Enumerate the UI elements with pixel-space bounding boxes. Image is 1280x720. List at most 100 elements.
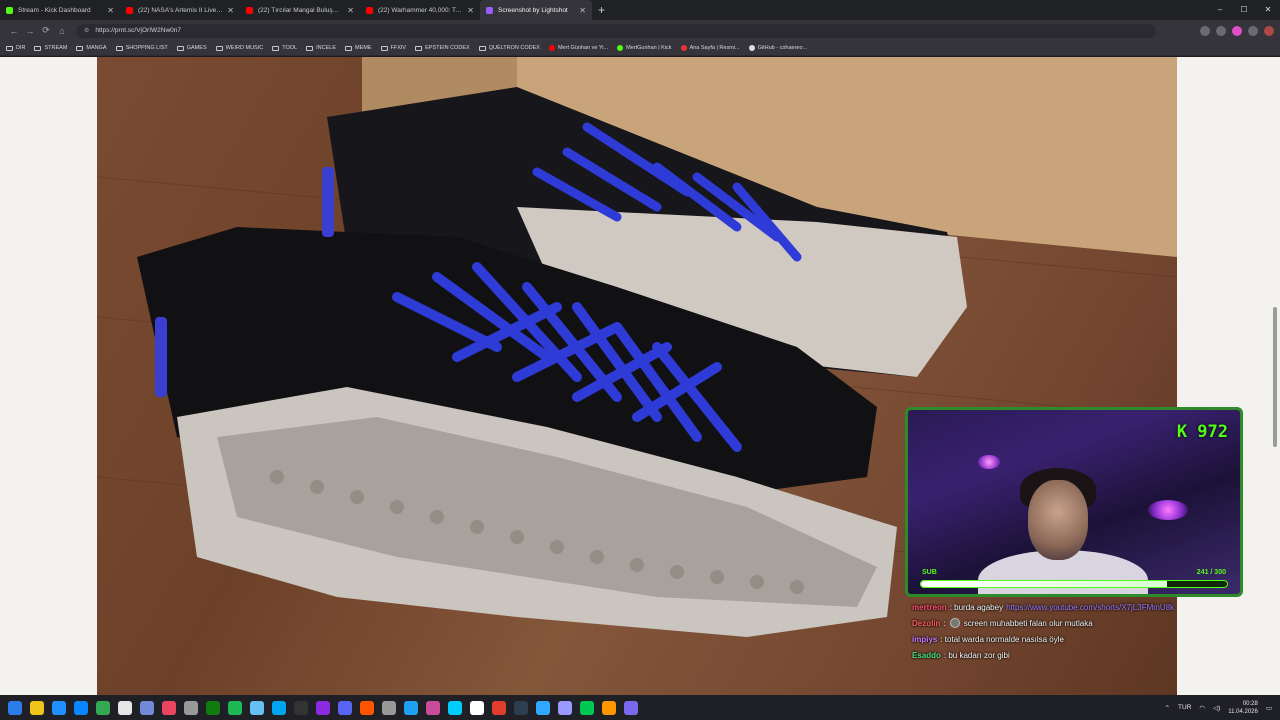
site-info-icon[interactable]: ⚙ — [84, 27, 89, 34]
streamer-face — [1028, 480, 1088, 560]
refresh-extension-icon[interactable] — [1248, 25, 1258, 36]
maximize-button[interactable]: ☐ — [1232, 0, 1256, 20]
bookmark-ffxiv[interactable]: FFXIV — [380, 45, 406, 51]
taskbar-app-icon[interactable] — [580, 700, 594, 715]
taskbar-app-icon[interactable] — [602, 700, 616, 715]
close-icon[interactable]: ✕ — [579, 6, 586, 15]
taskbar-app-icon[interactable] — [294, 700, 308, 715]
taskbar-app-icon[interactable] — [272, 700, 286, 715]
forward-button[interactable]: → — [22, 26, 38, 36]
tab-nasa-artemis[interactable]: (22) NASA's Artemis II Live Views f ✕ — [120, 0, 240, 20]
bookmark-manga[interactable]: MANGA — [76, 45, 107, 51]
close-window-button[interactable]: ✕ — [1256, 0, 1280, 20]
close-icon[interactable]: ✕ — [467, 6, 474, 15]
taskbar-app-icon[interactable] — [404, 700, 418, 715]
taskbar-app-icon[interactable] — [338, 700, 352, 715]
taskbar-app-icon[interactable] — [52, 700, 66, 715]
minimize-button[interactable]: – — [1208, 0, 1232, 20]
tab-title: (22) Warhammer 40,000: Total Wa — [378, 6, 463, 14]
scroll-thumb[interactable] — [1273, 307, 1277, 447]
taskbar-app-icon[interactable] — [448, 700, 462, 715]
bookmark-queltron-codex[interactable]: QUELTRON CODEX — [478, 45, 540, 51]
bookmark-star-icon[interactable] — [1216, 25, 1226, 36]
folder-icon — [345, 45, 352, 51]
bookmark-shopping-list[interactable]: SHOPPING LIST — [115, 45, 168, 51]
bookmark-youtube-channel[interactable]: Mert Günhan ve Yi... — [548, 45, 608, 51]
tray-chevron-icon[interactable]: ⌃ — [1165, 704, 1170, 712]
taskbar-app-icon[interactable] — [30, 700, 44, 715]
tab-lightshot[interactable]: Screenshot by Lightshot ✕ — [480, 0, 592, 20]
notification-icon[interactable]: ▭ — [1266, 704, 1272, 712]
wifi-icon[interactable]: ◠ — [1199, 704, 1205, 712]
bookmark-weird-music[interactable]: WEIRD MUSIC — [215, 45, 263, 51]
system-tray: ⌃ TUR ◠ ◁) 00:28 11.04.2026 ▭ — [1165, 695, 1272, 720]
toolbar-icons — [1200, 25, 1274, 36]
taskbar-app-icon[interactable] — [624, 700, 638, 715]
taskbar-app-icon[interactable] — [536, 700, 550, 715]
bookmark-github[interactable]: GitHub - cohaereo... — [748, 45, 807, 51]
taskbar-app-icon[interactable] — [382, 700, 396, 715]
tab-tircilar[interactable]: (22) Tırcılar Mangal Buluşması Ver ✕ — [240, 0, 360, 20]
back-button[interactable]: ← — [6, 26, 22, 36]
taskbar-app-icon[interactable] — [206, 700, 220, 715]
taskbar-app-icon[interactable] — [228, 700, 242, 715]
start-button[interactable] — [8, 700, 22, 715]
taskbar-app-icon[interactable] — [74, 700, 88, 715]
address-bar[interactable]: ⚙ https://prnt.sc/VjOrIW2Nw0n7 — [76, 23, 1156, 38]
folder-icon — [415, 45, 423, 51]
taskbar-app-icon[interactable] — [558, 700, 572, 715]
taskbar-app-icon[interactable] — [426, 700, 440, 715]
tab-warhammer[interactable]: (22) Warhammer 40,000: Total Wa ✕ — [360, 0, 480, 20]
bookmark-dir[interactable]: DIR — [6, 45, 25, 51]
window-controls: – ☐ ✕ — [1208, 0, 1280, 20]
chat-message: Dezolin : screen muhabbeti falan olur mu… — [912, 618, 1093, 628]
bookmark-games[interactable]: GAMES — [176, 45, 207, 51]
chat-overlay: mertreon : burda agabey https://www.yout… — [912, 599, 1272, 663]
folder-icon — [380, 45, 388, 51]
profile-avatar-icon[interactable] — [1264, 25, 1274, 36]
page-content: K 972 SUB 241 / 300 mertreon : burda aga… — [0, 57, 1280, 695]
folder-icon — [176, 45, 184, 51]
github-icon — [748, 45, 755, 51]
bookmark-stream[interactable]: STREAM — [34, 45, 67, 51]
close-icon[interactable]: ✕ — [227, 6, 234, 15]
taskbar-app-icon[interactable] — [492, 700, 506, 715]
home-button[interactable]: ⌂ — [54, 26, 70, 36]
bookmark-meme[interactable]: MEME — [345, 45, 372, 51]
bookmark-tool[interactable]: TOOL — [272, 45, 297, 51]
tab-kick-dashboard[interactable]: Stream - Kick Dashboard ✕ — [0, 0, 120, 20]
taskbar-app-icon[interactable] — [250, 700, 264, 715]
chat-username: mertreon — [912, 602, 947, 612]
extension-icon[interactable] — [1232, 25, 1242, 36]
clock[interactable]: 00:28 11.04.2026 — [1228, 700, 1258, 716]
bookmark-kick-channel[interactable]: MertGunhan | Kick — [617, 45, 672, 51]
taskbar-app-icon[interactable] — [184, 700, 198, 715]
language-indicator[interactable]: TUR — [1178, 704, 1191, 711]
windows-taskbar: ⌃ TUR ◠ ◁) 00:28 11.04.2026 ▭ — [0, 695, 1280, 720]
taskbar-app-icon[interactable] — [514, 700, 528, 715]
page-scrollbar[interactable] — [1272, 57, 1278, 695]
bookmark-epstein-codex[interactable]: EPSTEIN CODEX — [415, 45, 470, 51]
taskbar-app-icon[interactable] — [162, 700, 176, 715]
taskbar-app-icon[interactable] — [316, 700, 330, 715]
reload-button[interactable]: ⟳ — [38, 25, 54, 36]
volume-icon[interactable]: ◁) — [1213, 704, 1220, 712]
lightshot-favicon-icon — [486, 6, 493, 14]
taskbar-app-icon[interactable] — [360, 700, 374, 715]
new-tab-button[interactable]: + — [598, 3, 605, 17]
close-icon[interactable]: ✕ — [347, 6, 354, 15]
taskbar-app-icon[interactable] — [470, 700, 484, 715]
sub-goal-bar — [920, 580, 1228, 588]
folder-icon — [272, 45, 280, 51]
chat-link[interactable]: https://www.youtube.com/shorts/X7jL3FMmU… — [1006, 603, 1174, 612]
close-icon[interactable]: ✕ — [107, 6, 114, 15]
taskbar-app-icon[interactable] — [140, 700, 154, 715]
youtube-favicon-icon — [246, 6, 253, 14]
folder-icon — [34, 45, 42, 51]
zoom-icon[interactable] — [1200, 25, 1210, 36]
bookmark-incele[interactable]: INCELE — [306, 45, 336, 51]
taskbar-app-icon[interactable] — [118, 700, 132, 715]
chat-username: Dezolin — [912, 618, 941, 628]
bookmark-ana-sayfa[interactable]: Ana Sayfa | Resmi... — [680, 45, 740, 51]
taskbar-app-icon[interactable] — [96, 700, 110, 715]
